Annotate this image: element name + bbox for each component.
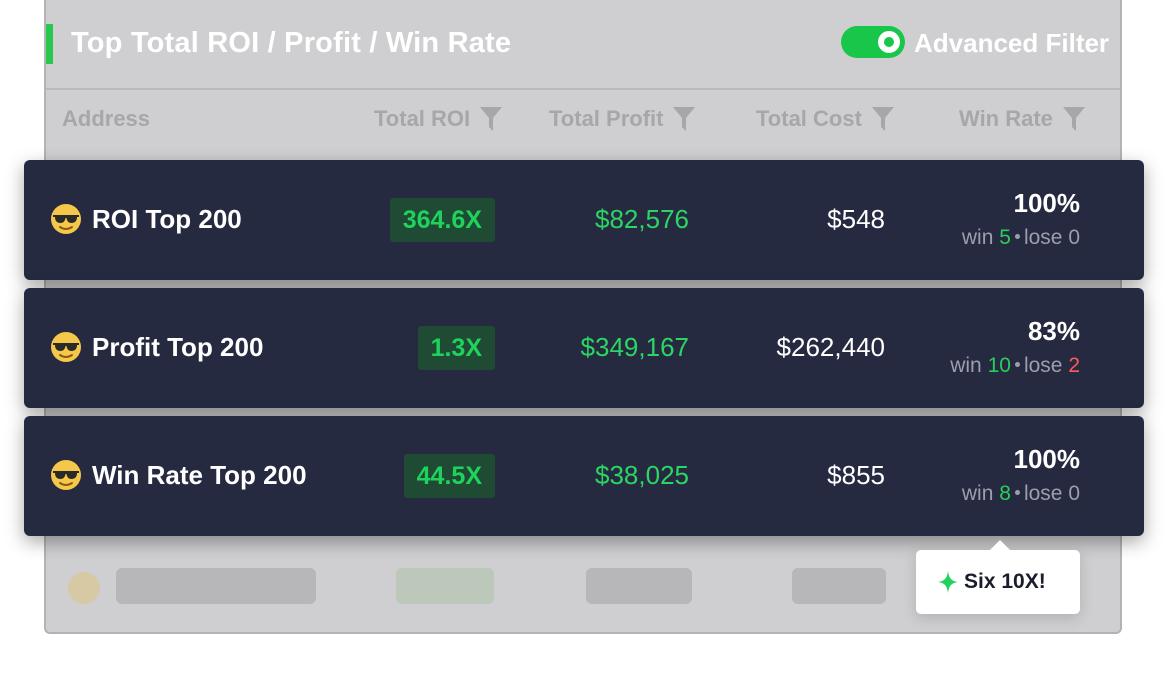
column-header-total-profit-label: Total Profit [549, 106, 664, 131]
row-name-label: Profit Top 200 [92, 331, 264, 362]
column-header-total-profit[interactable]: Total Profit [549, 106, 696, 132]
win-rate-value: 83% [1027, 316, 1080, 346]
row-name: ROI Top 200 [50, 203, 242, 235]
lose-count: 2 [1068, 354, 1080, 377]
win-count: 10 [987, 354, 1011, 377]
roi-badge: 44.5X [403, 454, 495, 498]
funnel-icon[interactable] [480, 107, 503, 131]
win-label: win [950, 354, 982, 377]
column-header-address: Address [62, 106, 150, 132]
lose-label: lose [1023, 226, 1063, 249]
panel-header: Top Total ROI / Profit / Win Rate Advanc… [46, 0, 1120, 90]
panel-title: Top Total ROI / Profit / Win Rate [71, 27, 512, 59]
total-profit-value: $349,167 [580, 332, 689, 362]
separator-dot [1014, 233, 1020, 239]
separator-dot [1014, 361, 1020, 367]
roi-badge: 1.3X [417, 326, 495, 370]
sunglasses-emoji-icon [51, 332, 81, 362]
column-header-win-rate[interactable]: Win Rate [959, 106, 1085, 132]
column-header-total-roi[interactable]: Total ROI [374, 106, 503, 132]
lose-count: 0 [1068, 482, 1080, 505]
skeleton-cost [792, 568, 886, 604]
sunglasses-emoji-icon [51, 204, 81, 234]
column-header-total-roi-label: Total ROI [374, 106, 471, 131]
separator-dot [1014, 489, 1020, 495]
tooltip-text: Six 10X! [964, 570, 1046, 593]
column-header-win-rate-label: Win Rate [959, 106, 1053, 131]
row-name-label: ROI Top 200 [92, 203, 242, 234]
column-header-total-cost[interactable]: Total Cost [756, 106, 894, 132]
row-name-label: Win Rate Top 200 [92, 459, 307, 490]
win-rate-value: 100% [1013, 188, 1081, 218]
tooltip-content: Six 10X! [938, 570, 1046, 594]
total-cost-value: $548 [827, 204, 885, 234]
win-lose-summary: win 8 lose 0 [962, 482, 1080, 506]
accent-bar [46, 24, 53, 64]
sparkle-icon [938, 571, 958, 593]
win-label: win [961, 482, 994, 505]
win-label: win [961, 226, 994, 249]
total-profit-value: $38,025 [595, 460, 689, 490]
advanced-filter-toggle[interactable] [841, 26, 905, 58]
win-count: 8 [999, 482, 1011, 505]
skeleton-profit [586, 568, 692, 604]
skeleton-roi [396, 568, 494, 604]
tooltip: Six 10X! [916, 540, 1080, 614]
funnel-icon[interactable] [871, 107, 894, 131]
column-header-address-label: Address [62, 106, 151, 131]
sunglasses-emoji-icon [51, 460, 81, 490]
advanced-filter-label[interactable]: Advanced Filter [914, 28, 1109, 59]
table-row[interactable]: ROI Top 200 364.6X $82,576 $548 100% win… [24, 160, 1144, 280]
table-row[interactable]: Profit Top 200 1.3X $349,167 $262,440 83… [24, 288, 1144, 408]
win-lose-summary: win 5 lose 0 [962, 226, 1080, 250]
win-count: 5 [999, 226, 1011, 249]
roi-badge: 364.6X [389, 198, 495, 242]
toggle-knob [878, 31, 900, 53]
row-name: Win Rate Top 200 [50, 459, 307, 491]
funnel-icon[interactable] [1062, 107, 1085, 131]
skeleton-avatar [68, 572, 100, 604]
skeleton-address [116, 568, 316, 604]
funnel-icon[interactable] [673, 107, 696, 131]
column-header-total-cost-label: Total Cost [756, 106, 862, 131]
row-name: Profit Top 200 [50, 331, 263, 363]
lose-label: lose [1023, 482, 1063, 505]
lose-label: lose [1023, 354, 1063, 377]
total-cost-value: $855 [827, 460, 885, 490]
table-row[interactable]: Win Rate Top 200 44.5X $38,025 $855 100%… [24, 416, 1144, 536]
win-lose-summary: win 10 lose 2 [950, 354, 1080, 378]
win-rate-value: 100% [1013, 444, 1081, 474]
total-profit-value: $82,576 [595, 204, 689, 234]
total-cost-value: $262,440 [776, 332, 885, 362]
lose-count: 0 [1068, 226, 1080, 249]
